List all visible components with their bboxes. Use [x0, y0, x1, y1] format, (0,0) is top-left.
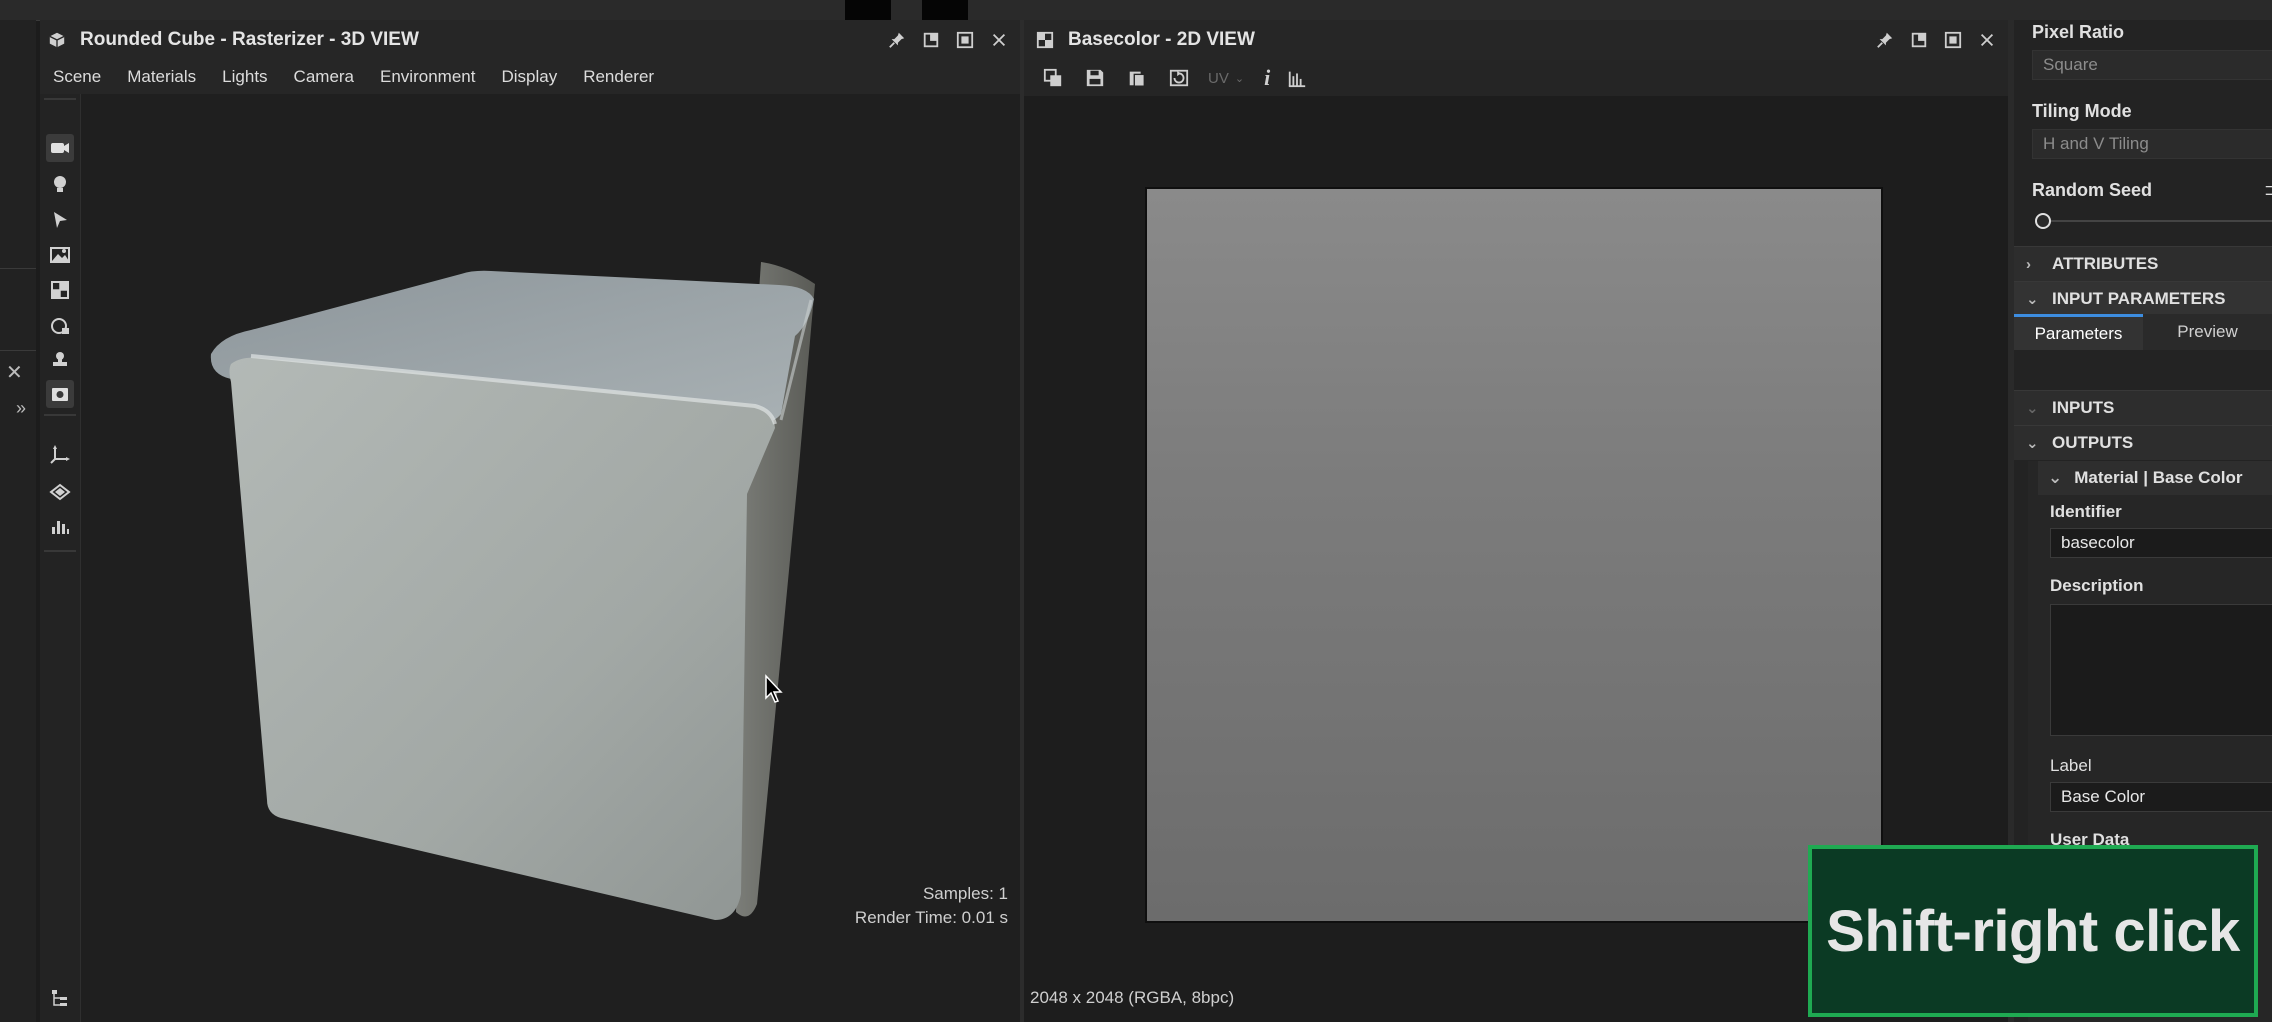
pin-icon[interactable] — [1874, 29, 1896, 51]
pixel-ratio-label: Pixel Ratio — [2032, 22, 2125, 42]
random-seed-slider-track[interactable] — [2042, 220, 2272, 222]
select-arrow-icon[interactable] — [46, 206, 74, 234]
output-material-base-color[interactable]: ⌄ Material | Base Color — [2038, 461, 2272, 495]
identifier-label: Identifier — [2050, 502, 2122, 521]
maximize-icon[interactable] — [954, 29, 976, 51]
save-icon[interactable] — [1084, 67, 1106, 89]
resolution-readout: 2048 x 2048 (RGBA, 8bpc) — [1030, 988, 1235, 1007]
viewer-3d-titlebar: Rounded Cube - Rasterizer - 3D VIEW — [40, 20, 1020, 60]
camera-icon[interactable] — [46, 134, 74, 162]
layers-icon[interactable] — [46, 478, 74, 506]
viewer-3d-toolbar — [40, 94, 81, 1022]
viewer-2d-toolbar: UV ⌄ i — [1024, 60, 2008, 96]
pixel-ratio-select[interactable]: Square — [2032, 50, 2272, 80]
viewport-3d[interactable]: Samples: 1 Render Time: 0.01 s — [81, 94, 1020, 1022]
float-window-icon[interactable] — [920, 29, 942, 51]
rounded-cube-render — [210, 262, 815, 921]
label-label: Label — [2050, 756, 2092, 775]
tab-preview[interactable]: Preview — [2143, 314, 2272, 350]
top-strip — [0, 0, 2272, 21]
samples-readout: Samples: 1 — [922, 884, 1008, 903]
randomize-icon[interactable]: ⊐ — [2264, 180, 2272, 200]
close-icon[interactable] — [988, 29, 1010, 51]
chevron-right-icon: › — [2026, 255, 2031, 273]
refresh-view-icon[interactable] — [1168, 67, 1190, 89]
stamp-icon[interactable] — [46, 346, 74, 374]
menu-display[interactable]: Display — [501, 67, 557, 87]
environment-icon[interactable] — [46, 240, 74, 268]
menu-renderer[interactable]: Renderer — [583, 67, 654, 87]
light-bulb-icon[interactable] — [46, 170, 74, 198]
expand-arrows-icon[interactable]: » — [16, 398, 26, 419]
input-parameters-section[interactable]: ⌄ INPUT PARAMETERS — [2014, 281, 2272, 316]
texture-preview[interactable] — [1145, 187, 1883, 923]
output-item-label: Material | Base Color — [2074, 468, 2243, 487]
random-seed-slider-handle[interactable] — [2035, 213, 2051, 229]
inputs-header: INPUTS — [2052, 398, 2115, 417]
input-parameters-header: INPUT PARAMETERS — [2052, 289, 2226, 308]
viewer-2d-titlebar: Basecolor - 2D VIEW — [1024, 20, 2008, 60]
viewer-2d-title: Basecolor - 2D VIEW — [1068, 29, 1255, 50]
random-seed-label: Random Seed — [2032, 180, 2153, 200]
inputs-section[interactable]: ⌄ INPUTS — [2014, 390, 2272, 425]
axis-gizmo-icon[interactable] — [46, 440, 74, 468]
menu-camera[interactable]: Camera — [294, 67, 354, 87]
description-label: Description — [2050, 576, 2144, 595]
histogram-icon[interactable] — [46, 512, 74, 540]
outputs-section[interactable]: ⌄ OUTPUTS — [2014, 425, 2272, 460]
pin-icon[interactable] — [886, 29, 908, 51]
maximize-icon[interactable] — [1942, 29, 1964, 51]
attributes-section[interactable]: › ATTRIBUTES — [2014, 246, 2272, 281]
description-field[interactable] — [2050, 604, 2272, 736]
checker-icon — [1034, 29, 1056, 51]
outputs-header: OUTPUTS — [2052, 433, 2134, 452]
histogram-icon[interactable] — [1286, 67, 1308, 89]
copy-image-icon[interactable] — [1042, 67, 1064, 89]
left-dock-edge: ✕ » — [0, 20, 36, 1022]
menu-materials[interactable]: Materials — [127, 67, 196, 87]
menu-scene[interactable]: Scene — [53, 67, 101, 87]
hierarchy-icon[interactable] — [46, 984, 74, 1012]
label-field[interactable]: Base Color — [2050, 782, 2272, 812]
shortcut-text: Shift-right click — [1826, 898, 2240, 964]
viewer-3d-menubar: Scene Materials Lights Camera Environmen… — [40, 60, 1020, 94]
float-window-icon[interactable] — [1908, 29, 1930, 51]
chevron-down-icon: ⌄ — [2048, 468, 2063, 487]
screenshot-icon[interactable] — [46, 380, 74, 408]
render-time-readout: Render Time: 0.01 s — [854, 908, 1008, 927]
parameters-tabs: Parameters Preview — [2014, 314, 2272, 350]
chevron-down-icon: ⌄ — [2026, 435, 2039, 452]
viewer-3d-panel: Rounded Cube - Rasterizer - 3D VIEW Scen… — [40, 20, 1024, 1022]
attributes-header: ATTRIBUTES — [2052, 254, 2159, 273]
clipboard-icon[interactable] — [1126, 67, 1148, 89]
menu-lights[interactable]: Lights — [222, 67, 267, 87]
mouse-cursor-icon — [765, 674, 783, 703]
close-icon[interactable]: ✕ — [6, 360, 23, 385]
thumbnail-slot[interactable] — [845, 0, 891, 20]
cube-icon — [46, 29, 68, 51]
chevron-down-icon: ⌄ — [2026, 291, 2039, 308]
viewer-3d-title: Rounded Cube - Rasterizer - 3D VIEW — [80, 29, 419, 50]
close-icon[interactable] — [1976, 29, 1998, 51]
shape-icon[interactable] — [46, 312, 74, 340]
tiling-mode-select[interactable]: H and V Tiling — [2032, 129, 2272, 159]
info-icon[interactable]: i — [1264, 65, 1270, 91]
identifier-field[interactable]: basecolor — [2050, 528, 2272, 558]
uv-dropdown[interactable]: UV — [1208, 70, 1229, 87]
grid-icon[interactable] — [46, 276, 74, 304]
chevron-down-icon: ⌄ — [2026, 400, 2039, 417]
chevron-down-icon[interactable]: ⌄ — [1235, 72, 1244, 85]
thumbnail-slot[interactable] — [922, 0, 968, 20]
tiling-mode-label: Tiling Mode — [2032, 101, 2132, 121]
tab-parameters[interactable]: Parameters — [2014, 314, 2143, 350]
shortcut-overlay: Shift-right click — [1808, 845, 2258, 1017]
menu-environment[interactable]: Environment — [380, 67, 475, 87]
